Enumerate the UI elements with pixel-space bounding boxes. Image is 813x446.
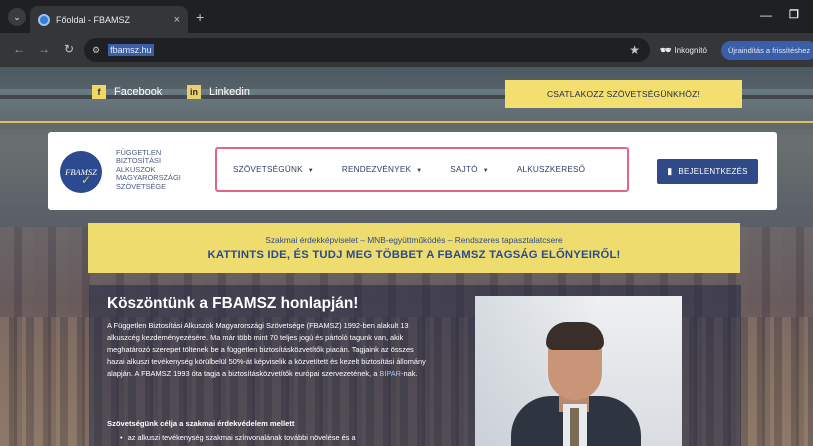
facebook-label: Facebook [114, 86, 163, 98]
menu-item-label: SZÖVETSÉGÜNK [233, 165, 303, 174]
president-photo [475, 296, 682, 446]
tab-title: Főoldal - FBAMSZ [56, 14, 131, 25]
page-viewport: f Facebook in Linkedin CSATLAKOZZ SZÖVET… [0, 67, 813, 446]
divider [0, 121, 813, 123]
tab-list-icon[interactable]: ⌄ [8, 8, 26, 26]
incognito-label: Inkognitó [674, 46, 707, 55]
caret-down-icon: ▼ [482, 168, 489, 174]
incognito-indicator[interactable]: 🕶 Inkognitó [660, 45, 707, 56]
linkedin-link[interactable]: in Linkedin [187, 85, 250, 99]
facebook-link[interactable]: f Facebook [92, 85, 162, 99]
minimize-icon[interactable]: — [760, 8, 772, 22]
relaunch-button[interactable]: Újraindítás a frissítéshez [721, 41, 813, 60]
forward-icon[interactable]: → [38, 43, 50, 55]
photo-hair [546, 322, 604, 350]
banner-subtitle: Szakmai érdekképviselet – MNB-együttműkö… [265, 235, 563, 245]
intro-paragraph: A Független Biztosítási Alkuszok Magyaro… [107, 320, 432, 380]
bipar-link[interactable]: BIPAR [379, 369, 401, 378]
login-button[interactable]: ▮ BEJELENTKEZÉS [657, 159, 758, 184]
menu-item-label: ALKUSZKERESŐ [516, 165, 586, 174]
back-icon[interactable]: ← [13, 43, 25, 55]
intro-text: A Független Biztosítási Alkuszok Magyaro… [107, 321, 426, 379]
bullet: • [120, 433, 123, 442]
caret-down-icon: ▼ [307, 168, 314, 174]
menu-item-sajto[interactable]: SAJTÓ ▼ [450, 165, 489, 174]
list-item: • az alkuszi tevékenység szakmai színvona… [120, 433, 356, 442]
address-bar[interactable]: ⚙ fbamsz.hu ★ [84, 38, 650, 62]
menu-item-alkuszkereso[interactable]: ALKUSZKERESŐ [517, 165, 585, 174]
join-button[interactable]: CSATLAKOZZ SZÖVETSÉGÜNKHÖZ! [505, 80, 742, 108]
menu-item-label: SAJTÓ [450, 165, 478, 174]
browser-tab[interactable]: Főoldal - FBAMSZ × [30, 6, 188, 33]
favicon-icon [38, 13, 50, 26]
photo-tie [570, 408, 579, 446]
plus-icon[interactable]: + [196, 10, 204, 24]
goal-title: Szövetségünk célja a szakmai érdekvédele… [107, 419, 295, 428]
linkedin-icon: in [187, 85, 201, 99]
logo-check-icon: ✓ [81, 173, 92, 187]
menu-item-label: RENDEZVÉNYEK [341, 165, 412, 174]
close-icon[interactable]: × [174, 14, 180, 26]
site-info-icon[interactable]: ⚙ [92, 45, 100, 56]
main-menu: SZÖVETSÉGÜNK ▼ RENDEZVÉNYEK ▼ SAJTÓ ▼ ALKUS… [215, 147, 629, 192]
page-title: Köszöntünk a FBAMSZ honlapján! [107, 295, 359, 312]
banner-title: KATTINTS IDE, ÉS TUDJ MEG TÖBBET A FBAMS… [207, 249, 621, 261]
membership-banner[interactable]: Szakmai érdekképviselet – MNB-együttműkö… [88, 223, 740, 273]
incognito-icon: 🕶 [660, 45, 672, 55]
url-text[interactable]: fbamsz.hu [108, 44, 154, 56]
login-label: BEJELENTKEZÉS [678, 167, 748, 176]
door-icon: ▮ [667, 166, 673, 176]
goal-bullet-text: az alkuszi tevékenység szakmai színvonal… [127, 433, 356, 442]
menu-item-rendezvenyek[interactable]: RENDEZVÉNYEK ▼ [342, 165, 422, 174]
browser-tab-bar: ⌄ Főoldal - FBAMSZ × + — ❐ [0, 0, 813, 33]
caret-down-icon: ▼ [416, 168, 423, 174]
star-icon[interactable]: ★ [629, 43, 640, 57]
logo-line: SZÖVETSÉGE [116, 181, 167, 191]
logo-text[interactable]: FÜGGETLEN BIZTOSÍTÁSI ALKUSZOK MAGYARORS… [116, 148, 196, 191]
linkedin-label: Linkedin [209, 86, 250, 98]
maximize-icon[interactable]: ❐ [789, 8, 799, 21]
intro-suffix: -nak. [401, 369, 418, 379]
reload-icon[interactable]: ↻ [64, 43, 74, 55]
browser-toolbar: ← → ↻ ⚙ fbamsz.hu ★ 🕶 Inkognitó Újraindít… [0, 33, 813, 67]
facebook-icon: f [92, 85, 106, 99]
site-header: FBAMSZ ✓ FÜGGETLEN BIZTOSÍTÁSI ALKUSZOK … [48, 132, 777, 210]
menu-item-szovetsegunk[interactable]: SZÖVETSÉGÜNK ▼ [233, 165, 314, 174]
